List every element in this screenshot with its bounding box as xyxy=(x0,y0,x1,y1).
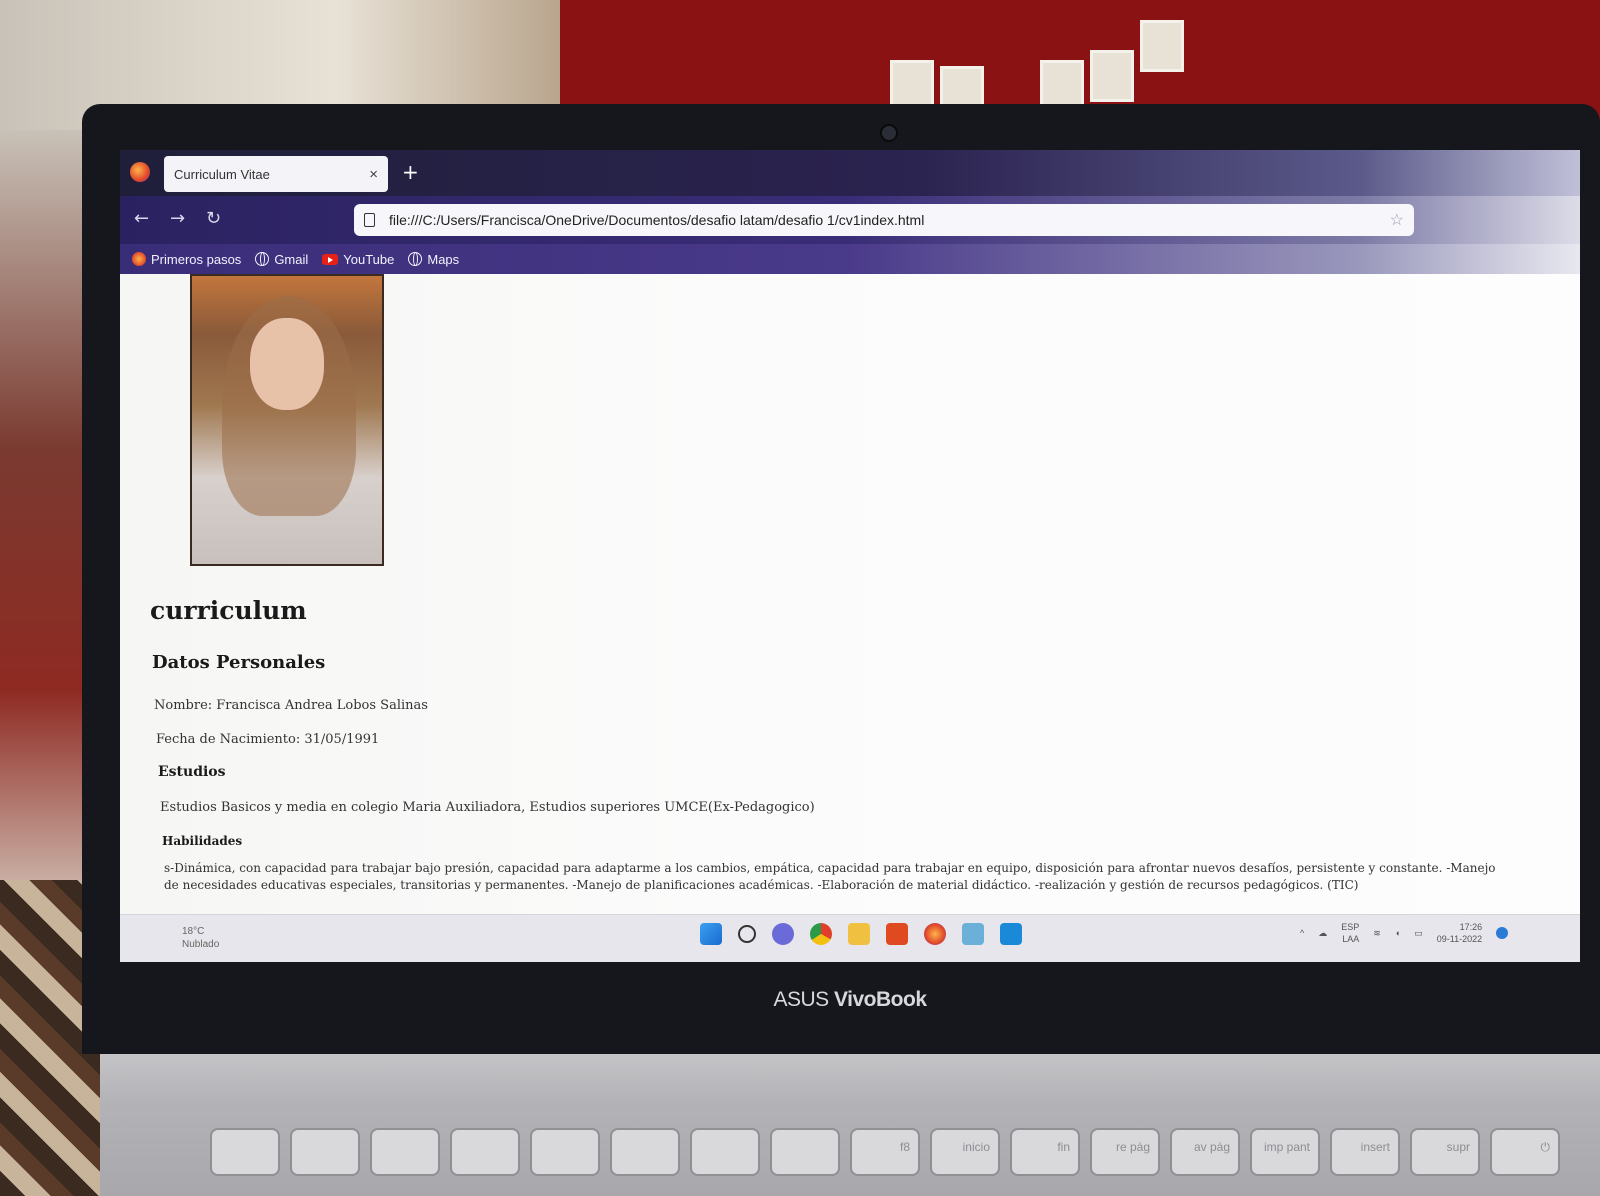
clock-date: 09-11-2022 xyxy=(1436,934,1483,944)
windows-start-icon[interactable] xyxy=(700,923,722,945)
photo-face xyxy=(250,318,324,410)
volume-icon[interactable]: ◖ xyxy=(1395,928,1400,938)
profile-photo xyxy=(190,274,384,566)
firefox-icon[interactable] xyxy=(924,923,946,945)
globe-icon xyxy=(408,252,423,266)
firefox-icon[interactable] xyxy=(130,162,150,182)
page-title: curriculum xyxy=(150,596,307,625)
tab-title: Curriculum Vitae xyxy=(174,166,270,182)
studies-text: Estudios Basicos y media en colegio Mari… xyxy=(160,800,815,815)
keyboard-key xyxy=(450,1128,520,1176)
firefox-icon xyxy=(132,252,146,266)
chrome-icon[interactable] xyxy=(810,923,832,945)
webcam xyxy=(880,124,898,142)
keyboard-key: fin xyxy=(1010,1128,1080,1176)
lang-bottom: LAA xyxy=(1342,934,1360,944)
skills-heading: Habilidades xyxy=(162,834,243,848)
keyboard-key xyxy=(690,1128,760,1176)
keyboard-key: av pág xyxy=(1170,1128,1240,1176)
battery-icon[interactable]: ▭ xyxy=(1414,928,1423,939)
personal-data-heading: Datos Personales xyxy=(152,652,326,673)
reload-button[interactable]: ↻ xyxy=(206,208,221,229)
app-icon[interactable] xyxy=(962,923,984,945)
taskbar-apps xyxy=(700,923,1022,945)
bookmark-gmail[interactable]: Gmail xyxy=(255,252,308,267)
weather-widget[interactable]: 18°C Nublado xyxy=(182,925,219,951)
weather-desc: Nublado xyxy=(182,939,220,950)
bookmarks-toolbar: Primeros pasos Gmail YouTube Maps xyxy=(120,244,1580,274)
wall-photos xyxy=(880,20,1200,118)
chat-icon[interactable] xyxy=(772,923,794,945)
new-tab-button[interactable]: + xyxy=(402,160,419,184)
laptop-chin: ASUS VivoBook xyxy=(130,965,1570,1035)
keyboard-key xyxy=(290,1128,360,1176)
bookmark-primeros-pasos[interactable]: Primeros pasos xyxy=(132,252,241,267)
keyboard-key: inicio xyxy=(930,1128,1000,1176)
keyboard-key: insert xyxy=(1330,1128,1400,1176)
keyboard-key: imp pant xyxy=(1250,1128,1320,1176)
clock[interactable]: 17:26 09-11-2022 xyxy=(1437,921,1482,945)
cloud-icon[interactable]: ☁ xyxy=(1318,928,1327,939)
vscode-icon[interactable] xyxy=(1000,923,1022,945)
skills-text: s-Dinámica, con capacidad para trabajar … xyxy=(164,861,1496,892)
laptop-screen: Curriculum Vitae × + ← → ↻ file:///C:/Us… xyxy=(120,150,1580,962)
weather-temp: 18°C xyxy=(182,926,205,937)
keyboard-key xyxy=(770,1128,840,1176)
birth-date-line: Fecha de Nacimiento: 31/05/1991 xyxy=(156,732,380,747)
lang-top: ESP xyxy=(1341,922,1360,932)
address-bar[interactable]: file:///C:/Users/Francisca/OneDrive/Docu… xyxy=(354,204,1414,236)
tab-curriculum-vitae[interactable]: Curriculum Vitae × xyxy=(164,156,388,192)
office-icon[interactable] xyxy=(886,923,908,945)
language-indicator[interactable]: ESP LAA xyxy=(1341,921,1359,945)
chevron-up-icon[interactable]: ^ xyxy=(1300,928,1304,938)
search-icon[interactable] xyxy=(738,925,756,943)
clock-time: 17:26 xyxy=(1459,922,1483,932)
notification-icon[interactable] xyxy=(1496,927,1509,939)
windows-taskbar: 18°C Nublado ^ ☁ ESP LAA ≋ ◖ ▭ 17:26 09-… xyxy=(120,914,1580,962)
keyboard-key: re pág xyxy=(1090,1128,1160,1176)
wifi-icon[interactable]: ≋ xyxy=(1373,928,1381,939)
browser-nav-bar: ← → ↻ file:///C:/Users/Francisca/OneDriv… xyxy=(120,196,1580,244)
keyboard-row: f8 inicio fin re pág av pág imp pant insert sup… xyxy=(210,1128,1560,1176)
keyboard-key xyxy=(610,1128,680,1176)
system-tray: ^ ☁ ESP LAA ≋ ◖ ▭ 17:26 09-11-2022 xyxy=(1300,921,1509,945)
close-icon[interactable]: × xyxy=(369,166,378,183)
keyboard-key: ⏻ xyxy=(1490,1128,1560,1176)
youtube-icon xyxy=(322,253,339,265)
page-content: curriculum Datos Personales Nombre: Fran… xyxy=(120,274,1580,914)
studies-heading: Estudios xyxy=(158,764,226,780)
keyboard-key: f8 xyxy=(850,1128,920,1176)
keyboard-key xyxy=(530,1128,600,1176)
name-line: Nombre: Francisca Andrea Lobos Salinas xyxy=(154,698,428,713)
file-explorer-icon[interactable] xyxy=(848,923,870,945)
bookmark-star-icon[interactable]: ☆ xyxy=(1390,210,1404,230)
back-button[interactable]: ← xyxy=(134,208,149,229)
laptop-brand: ASUS VivoBook xyxy=(773,988,928,1011)
url-text: file:///C:/Users/Francisca/OneDrive/Docu… xyxy=(389,212,925,228)
browser-tab-bar: Curriculum Vitae × + xyxy=(120,150,1580,196)
globe-icon xyxy=(255,252,270,266)
bookmark-maps[interactable]: Maps xyxy=(408,252,459,267)
bookmark-youtube[interactable]: YouTube xyxy=(322,252,394,267)
keyboard-key: supr xyxy=(1410,1128,1480,1176)
keyboard-key xyxy=(210,1128,280,1176)
keyboard-key xyxy=(370,1128,440,1176)
page-icon xyxy=(364,213,375,227)
forward-button[interactable]: → xyxy=(170,208,185,229)
